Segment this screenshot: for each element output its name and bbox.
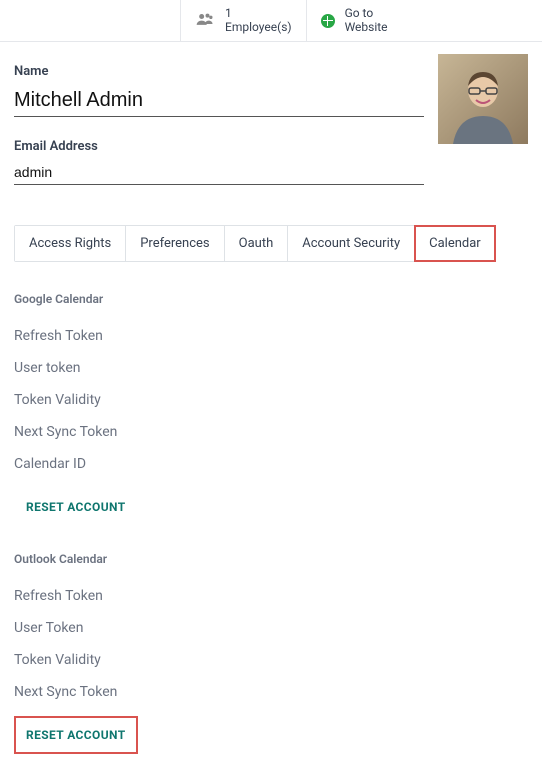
name-label: Name — [14, 64, 424, 79]
tab-preferences[interactable]: Preferences — [126, 226, 224, 261]
outlook-reset-button[interactable]: RESET ACCOUNT — [14, 716, 138, 754]
outlook-next-sync-token: Next Sync Token — [14, 676, 528, 708]
google-token-validity: Token Validity — [14, 384, 528, 416]
tab-access-rights[interactable]: Access Rights — [15, 226, 126, 261]
google-calendar-section: Google Calendar Refresh Token User token… — [0, 272, 542, 532]
email-input[interactable] — [14, 160, 424, 185]
google-reset-button[interactable]: RESET ACCOUNT — [14, 488, 138, 526]
form-area: Name Email Address Access Rights Prefere… — [0, 42, 542, 272]
globe-icon — [321, 14, 335, 28]
avatar[interactable] — [438, 54, 528, 144]
name-input[interactable] — [14, 85, 424, 117]
name-field-group: Name — [14, 64, 424, 117]
tab-oauth[interactable]: Oauth — [225, 226, 289, 261]
website-line1: Go to — [345, 7, 388, 20]
employees-stat[interactable]: 1 Employee(s) — [180, 0, 306, 41]
employees-count: 1 — [225, 7, 292, 20]
email-field-group: Email Address — [14, 139, 424, 185]
tabs: Access Rights Preferences Oauth Account … — [14, 225, 496, 262]
goto-website-stat[interactable]: Go to Website — [306, 0, 402, 41]
employees-text: 1 Employee(s) — [225, 7, 292, 33]
tab-calendar[interactable]: Calendar — [415, 226, 495, 261]
outlook-section-title: Outlook Calendar — [14, 552, 528, 566]
employees-label: Employee(s) — [225, 21, 292, 34]
google-calendar-id: Calendar ID — [14, 448, 528, 480]
outlook-calendar-section: Outlook Calendar Refresh Token User Toke… — [0, 532, 542, 760]
tab-account-security[interactable]: Account Security — [288, 226, 415, 261]
email-label: Email Address — [14, 139, 424, 154]
outlook-token-validity: Token Validity — [14, 644, 528, 676]
google-section-title: Google Calendar — [14, 292, 528, 306]
top-stat-bar: 1 Employee(s) Go to Website — [0, 0, 542, 42]
outlook-user-token: User Token — [14, 612, 528, 644]
website-text: Go to Website — [345, 7, 388, 33]
google-refresh-token: Refresh Token — [14, 320, 528, 352]
outlook-refresh-token: Refresh Token — [14, 580, 528, 612]
google-user-token: User token — [14, 352, 528, 384]
google-next-sync-token: Next Sync Token — [14, 416, 528, 448]
employees-icon — [195, 12, 215, 30]
website-line2: Website — [345, 21, 388, 34]
